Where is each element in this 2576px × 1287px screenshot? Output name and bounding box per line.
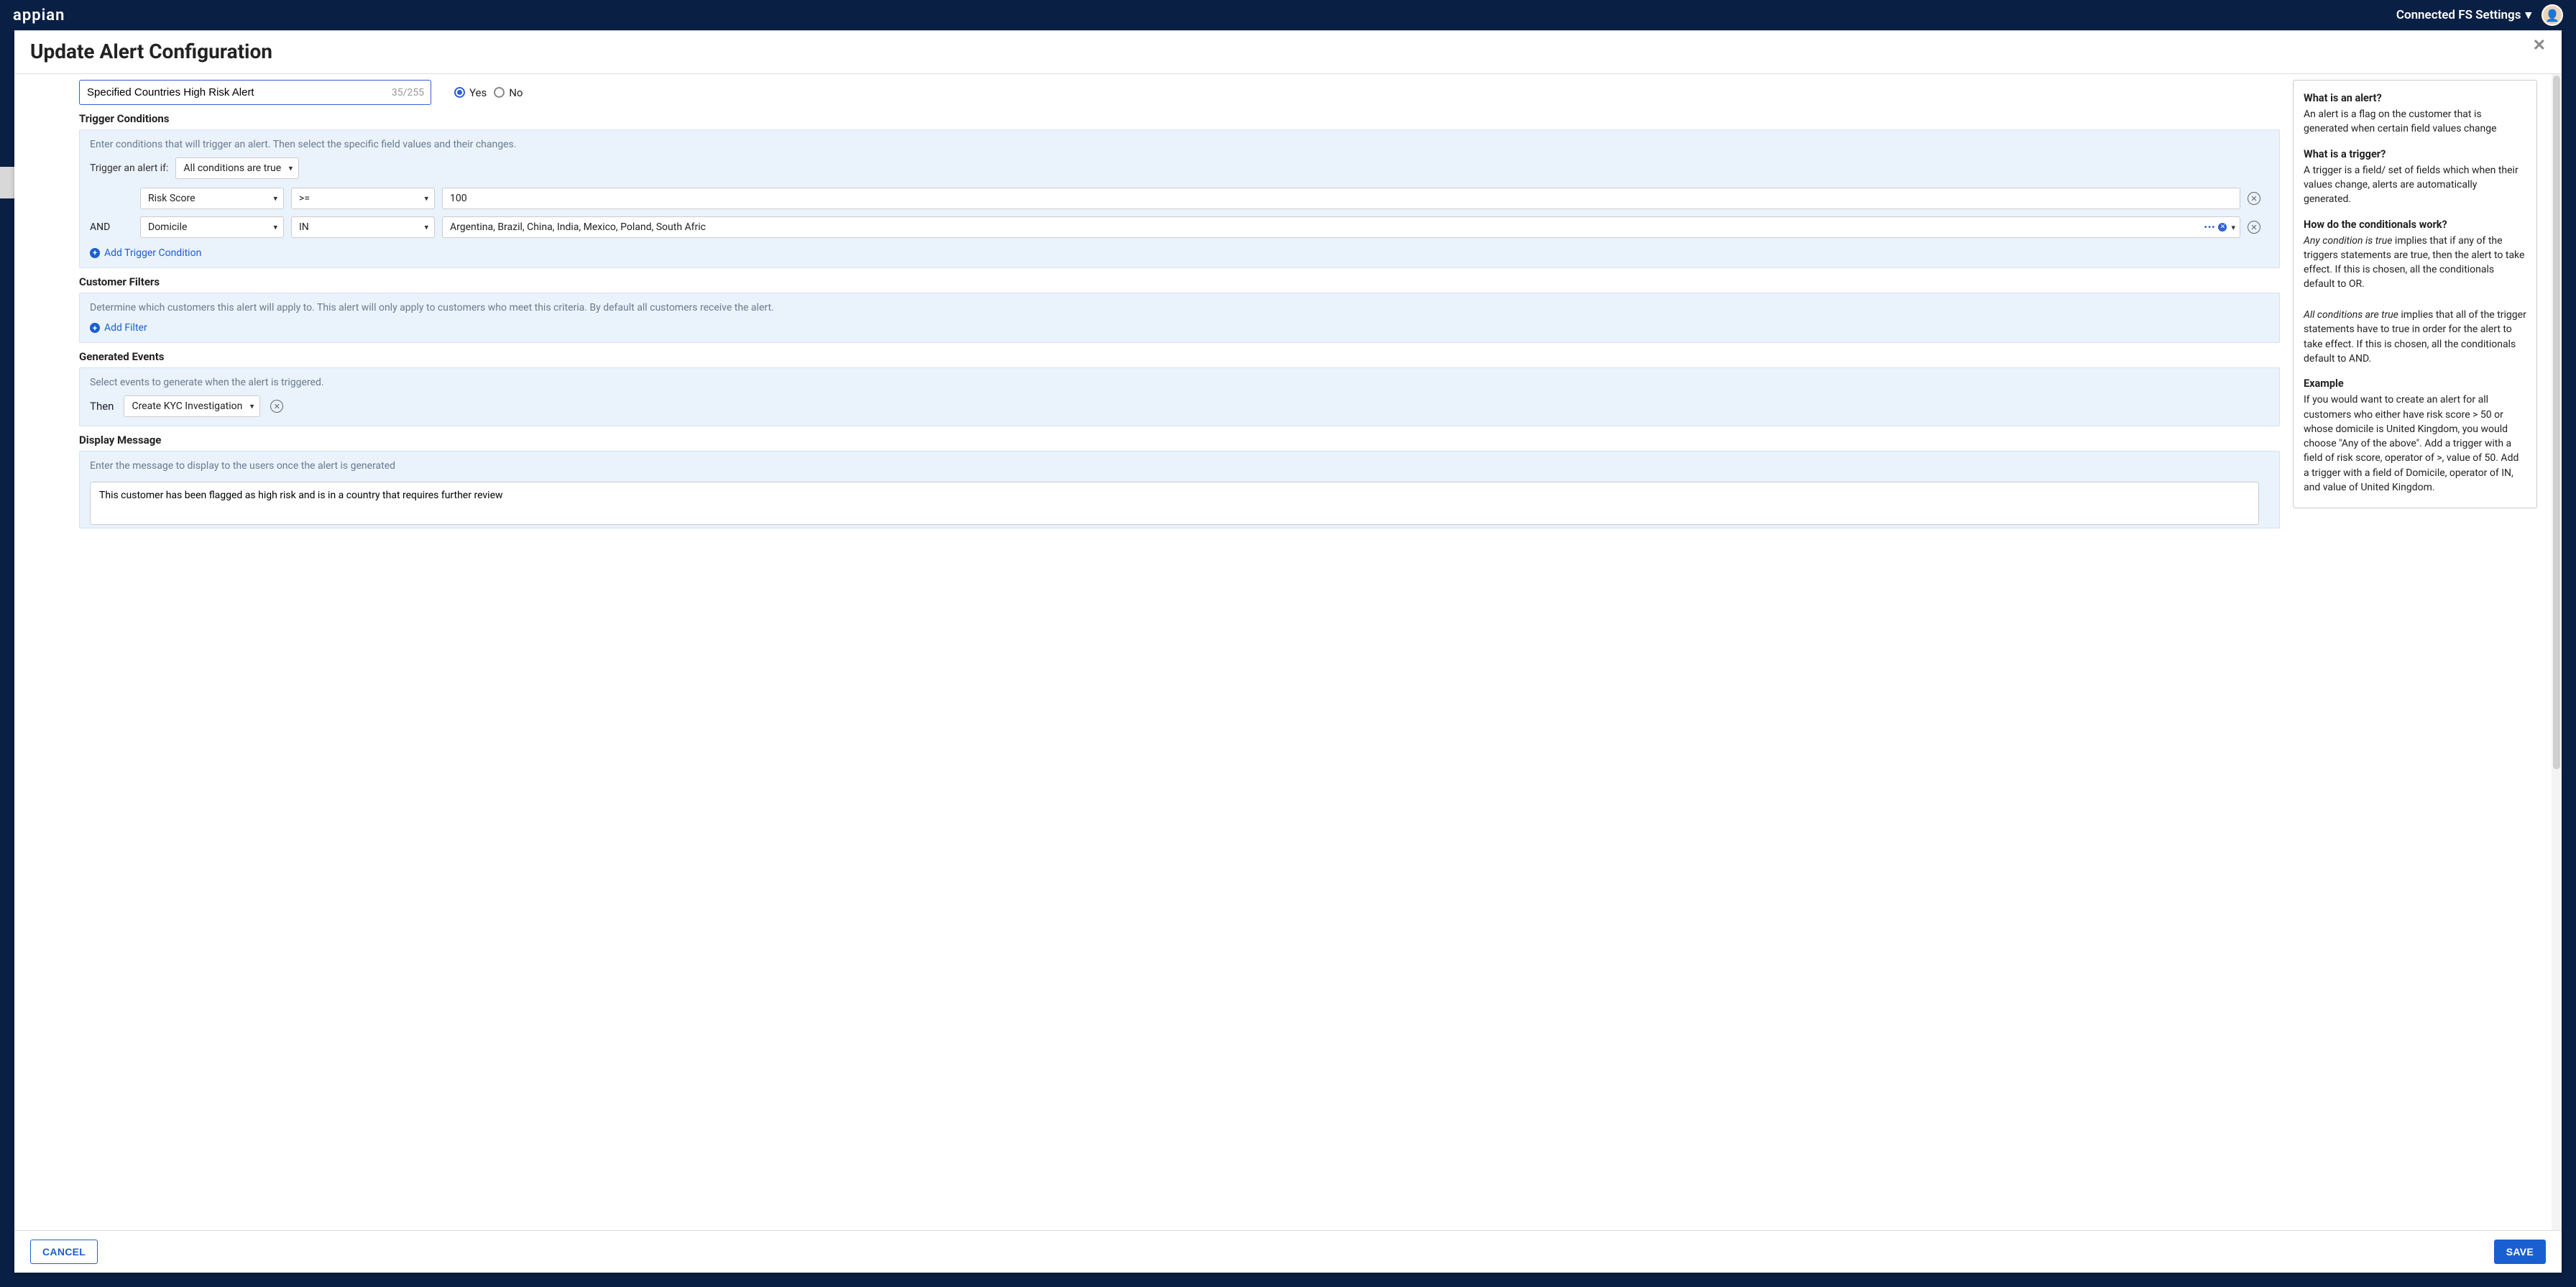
help-text: Any condition is true implies that if an… xyxy=(2304,234,2526,292)
cancel-button[interactable]: CANCEL xyxy=(30,1240,98,1264)
remove-event-icon[interactable]: ✕ xyxy=(270,400,283,413)
user-avatar[interactable]: 👤 xyxy=(2542,4,2563,26)
condition-field-select[interactable]: Domicile xyxy=(140,216,284,238)
modal-footer: CANCEL SAVE xyxy=(14,1230,2562,1273)
help-text: A trigger is a field/ set of fields whic… xyxy=(2304,163,2526,207)
condition-operator-select[interactable]: >= xyxy=(291,188,435,209)
settings-label: Connected FS Settings xyxy=(2396,8,2521,22)
conjunction-cell: AND xyxy=(90,221,133,233)
event-action-select[interactable]: Create KYC Investigation xyxy=(124,395,260,417)
condition-value-multiselect[interactable]: Argentina, Brazil, China, India, Mexico,… xyxy=(442,216,2240,238)
generated-events-panel: Select events to generate when the alert… xyxy=(79,367,2280,426)
plus-circle-icon: + xyxy=(90,248,100,258)
generated-events-heading: Generated Events xyxy=(79,350,2280,363)
message-hint: Enter the message to display to the user… xyxy=(90,460,2269,472)
trigger-mode-select[interactable]: All conditions are true xyxy=(175,157,299,179)
display-message-heading: Display Message xyxy=(79,434,2280,446)
radio-no-label: No xyxy=(509,86,523,99)
condition-value-input[interactable]: 100 xyxy=(442,188,2240,209)
trigger-conditions-heading: Trigger Conditions xyxy=(79,112,2280,125)
help-heading: What is a trigger? xyxy=(2304,147,2526,162)
modal-dialog: Update Alert Configuration ✕ 35/255 Yes xyxy=(14,30,2562,1273)
modal-title: Update Alert Configuration xyxy=(30,40,272,63)
radio-yes-label: Yes xyxy=(469,86,487,99)
app-logo: appian xyxy=(13,6,65,24)
condition-row: AND Domicile IN Argentina, Brazil, China… xyxy=(90,216,2269,238)
caret-down-icon: ▾ xyxy=(2231,223,2235,232)
help-text: An alert is a flag on the customer that … xyxy=(2304,107,2526,137)
add-filter-link[interactable]: + Add Filter xyxy=(90,322,147,334)
clear-icon[interactable]: ✕ xyxy=(2218,223,2227,232)
alert-name-field-wrap: 35/255 xyxy=(79,80,431,105)
help-heading: How do the conditionals work? xyxy=(2304,217,2526,232)
help-text: All conditions are true implies that all… xyxy=(2304,308,2526,366)
events-hint: Select events to generate when the alert… xyxy=(90,377,2269,388)
help-heading: What is an alert? xyxy=(2304,91,2526,106)
customer-filters-heading: Customer Filters xyxy=(79,275,2280,288)
display-message-panel: Enter the message to display to the user… xyxy=(79,451,2280,528)
display-message-textarea[interactable] xyxy=(90,482,2259,525)
trigger-conditions-panel: Enter conditions that will trigger an al… xyxy=(79,129,2280,268)
condition-row: Risk Score >= 100 ✕ xyxy=(90,188,2269,209)
top-bar: appian Connected FS Settings ▾ 👤 xyxy=(0,0,2576,30)
vertical-scrollbar[interactable] xyxy=(2552,74,2562,1230)
modal-header: Update Alert Configuration ✕ xyxy=(14,31,2562,74)
help-panel: What is an alert? An alert is a flag on … xyxy=(2293,80,2537,508)
filters-hint: Determine which customers this alert wil… xyxy=(90,302,2269,313)
scrollbar-thumb[interactable] xyxy=(2553,75,2560,769)
remove-condition-icon[interactable]: ✕ xyxy=(2248,192,2260,205)
radio-circle-icon xyxy=(454,87,465,98)
ellipsis-icon: ••• xyxy=(2204,222,2216,232)
customer-filters-panel: Determine which customers this alert wil… xyxy=(79,293,2280,344)
modal-body: 35/255 Yes No Trigger Conditio xyxy=(14,74,2562,1230)
radio-yes[interactable]: Yes xyxy=(454,86,487,99)
save-button[interactable]: SAVE xyxy=(2494,1240,2546,1264)
alert-name-input[interactable] xyxy=(79,80,431,105)
char-counter: 35/255 xyxy=(392,87,424,99)
radio-circle-icon xyxy=(494,87,505,98)
then-label: Then xyxy=(90,400,114,413)
close-icon[interactable]: ✕ xyxy=(2533,37,2546,55)
radio-no[interactable]: No xyxy=(494,86,523,99)
condition-operator-select[interactable]: IN xyxy=(291,216,435,238)
trigger-hint: Enter conditions that will trigger an al… xyxy=(90,139,2269,150)
caret-down-icon: ▾ xyxy=(2525,8,2531,22)
remove-condition-icon[interactable]: ✕ xyxy=(2248,221,2260,234)
add-trigger-condition-link[interactable]: + Add Trigger Condition xyxy=(90,247,201,259)
active-radio-group: Yes No xyxy=(454,86,523,99)
settings-dropdown[interactable]: Connected FS Settings ▾ xyxy=(2396,8,2531,22)
plus-circle-icon: + xyxy=(90,323,100,333)
trigger-if-label: Trigger an alert if: xyxy=(90,162,168,174)
condition-field-select[interactable]: Risk Score xyxy=(140,188,284,209)
help-text: If you would want to create an alert for… xyxy=(2304,393,2526,495)
help-heading: Example xyxy=(2304,376,2526,391)
